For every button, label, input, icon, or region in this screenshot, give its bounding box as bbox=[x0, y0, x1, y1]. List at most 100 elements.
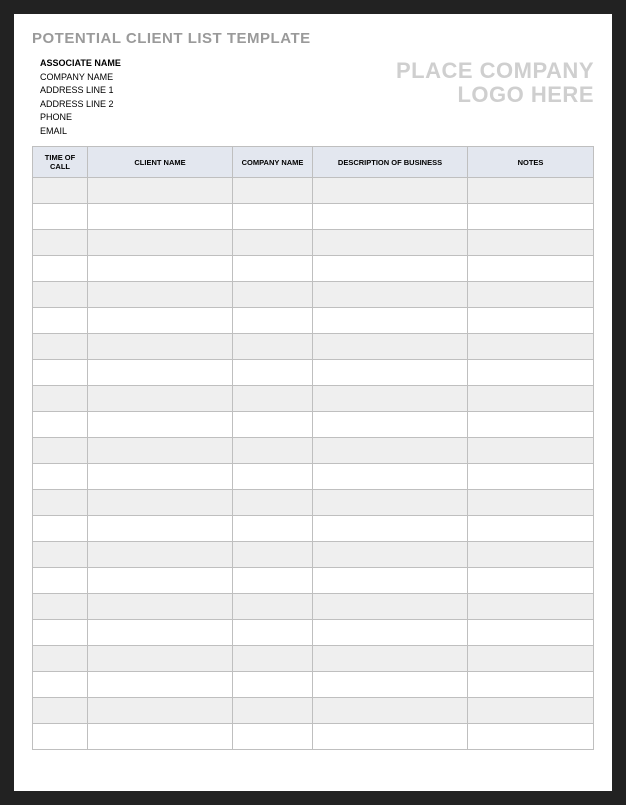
cell-notes bbox=[468, 698, 594, 724]
logo-line-1: PLACE COMPANY bbox=[396, 59, 594, 83]
cell-client bbox=[88, 594, 233, 620]
table-row bbox=[33, 386, 594, 412]
company-name-label: COMPANY NAME bbox=[40, 71, 121, 85]
table-row bbox=[33, 438, 594, 464]
cell-client bbox=[88, 308, 233, 334]
cell-time bbox=[33, 672, 88, 698]
cell-company bbox=[233, 568, 313, 594]
cell-client bbox=[88, 672, 233, 698]
cell-company bbox=[233, 360, 313, 386]
table-body bbox=[33, 178, 594, 750]
table-row bbox=[33, 360, 594, 386]
address-line-1-label: ADDRESS LINE 1 bbox=[40, 84, 121, 98]
cell-company bbox=[233, 620, 313, 646]
cell-client bbox=[88, 256, 233, 282]
cell-client bbox=[88, 620, 233, 646]
cell-time bbox=[33, 360, 88, 386]
header-time-of-call: TIME OF CALL bbox=[33, 147, 88, 178]
cell-desc bbox=[313, 360, 468, 386]
cell-company bbox=[233, 464, 313, 490]
cell-company bbox=[233, 230, 313, 256]
cell-time bbox=[33, 620, 88, 646]
cell-notes bbox=[468, 724, 594, 750]
cell-client bbox=[88, 516, 233, 542]
cell-notes bbox=[468, 542, 594, 568]
cell-notes bbox=[468, 386, 594, 412]
cell-desc bbox=[313, 646, 468, 672]
cell-company bbox=[233, 542, 313, 568]
cell-client bbox=[88, 724, 233, 750]
cell-client bbox=[88, 438, 233, 464]
header-notes: NOTES bbox=[468, 147, 594, 178]
cell-company bbox=[233, 178, 313, 204]
cell-time bbox=[33, 490, 88, 516]
cell-notes bbox=[468, 594, 594, 620]
cell-notes bbox=[468, 646, 594, 672]
cell-desc bbox=[313, 386, 468, 412]
cell-desc bbox=[313, 620, 468, 646]
table-row bbox=[33, 594, 594, 620]
phone-label: PHONE bbox=[40, 111, 121, 125]
table-row bbox=[33, 620, 594, 646]
table-header-row: TIME OF CALL CLIENT NAME COMPANY NAME DE… bbox=[33, 147, 594, 178]
table-row bbox=[33, 568, 594, 594]
address-line-2-label: ADDRESS LINE 2 bbox=[40, 98, 121, 112]
cell-notes bbox=[468, 256, 594, 282]
cell-client bbox=[88, 178, 233, 204]
cell-client bbox=[88, 334, 233, 360]
cell-notes bbox=[468, 438, 594, 464]
cell-notes bbox=[468, 230, 594, 256]
cell-client bbox=[88, 464, 233, 490]
cell-time bbox=[33, 724, 88, 750]
table-row bbox=[33, 412, 594, 438]
cell-client bbox=[88, 490, 233, 516]
header-client-name: CLIENT NAME bbox=[88, 147, 233, 178]
cell-desc bbox=[313, 724, 468, 750]
cell-notes bbox=[468, 308, 594, 334]
associate-info: ASSOCIATE NAME COMPANY NAME ADDRESS LINE… bbox=[32, 57, 121, 138]
cell-company bbox=[233, 646, 313, 672]
cell-time bbox=[33, 204, 88, 230]
table-row bbox=[33, 204, 594, 230]
cell-company bbox=[233, 412, 313, 438]
table-row bbox=[33, 542, 594, 568]
cell-company bbox=[233, 516, 313, 542]
cell-client bbox=[88, 282, 233, 308]
cell-company bbox=[233, 386, 313, 412]
table-row bbox=[33, 698, 594, 724]
cell-client bbox=[88, 386, 233, 412]
cell-notes bbox=[468, 204, 594, 230]
table-row bbox=[33, 516, 594, 542]
cell-time bbox=[33, 334, 88, 360]
logo-line-2: LOGO HERE bbox=[396, 83, 594, 107]
cell-notes bbox=[468, 672, 594, 698]
cell-time bbox=[33, 438, 88, 464]
cell-time bbox=[33, 646, 88, 672]
cell-client bbox=[88, 568, 233, 594]
cell-client bbox=[88, 412, 233, 438]
cell-desc bbox=[313, 672, 468, 698]
cell-desc bbox=[313, 308, 468, 334]
cell-time bbox=[33, 568, 88, 594]
cell-desc bbox=[313, 334, 468, 360]
email-label: EMAIL bbox=[40, 125, 121, 139]
cell-notes bbox=[468, 464, 594, 490]
cell-desc bbox=[313, 594, 468, 620]
cell-time bbox=[33, 412, 88, 438]
table-row bbox=[33, 334, 594, 360]
cell-time bbox=[33, 698, 88, 724]
cell-desc bbox=[313, 282, 468, 308]
cell-desc bbox=[313, 230, 468, 256]
client-table-wrap: TIME OF CALL CLIENT NAME COMPANY NAME DE… bbox=[32, 146, 594, 775]
cell-time bbox=[33, 178, 88, 204]
table-row bbox=[33, 490, 594, 516]
cell-company bbox=[233, 256, 313, 282]
table-row bbox=[33, 230, 594, 256]
logo-placeholder: PLACE COMPANY LOGO HERE bbox=[396, 57, 594, 107]
cell-time bbox=[33, 282, 88, 308]
cell-company bbox=[233, 724, 313, 750]
cell-notes bbox=[468, 178, 594, 204]
cell-notes bbox=[468, 360, 594, 386]
cell-company bbox=[233, 308, 313, 334]
table-row bbox=[33, 256, 594, 282]
